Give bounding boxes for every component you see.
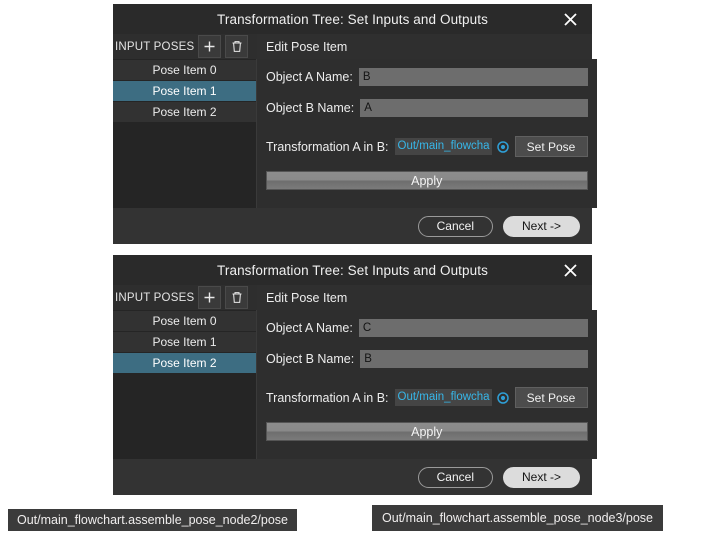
edit-pose-item-label: Edit Pose Item (266, 39, 348, 54)
object-b-name-input[interactable] (360, 350, 588, 368)
edit-pose-item-header: Edit Pose Item (257, 34, 592, 59)
list-item[interactable]: Pose Item 0 (113, 60, 256, 80)
target-radio-icon[interactable] (496, 391, 509, 404)
input-poses-header: INPUT POSES (113, 285, 257, 310)
edit-pose-item-label: Edit Pose Item (266, 290, 348, 305)
object-a-row: Object A Name: (266, 68, 588, 86)
set-pose-button[interactable]: Set Pose (514, 387, 588, 408)
transformation-row: Transformation A in B: Out/main_flowcha … (266, 136, 588, 157)
object-b-name-input[interactable] (360, 99, 588, 117)
dialog-body: Pose Item 0 Pose Item 1 Pose Item 2 Obje… (113, 59, 597, 208)
dialog-footer: Cancel Next -> (113, 459, 592, 495)
plus-icon[interactable] (198, 286, 222, 309)
input-poses-label: INPUT POSES (115, 40, 195, 53)
dialog-title: Transformation Tree: Set Inputs and Outp… (217, 262, 488, 278)
apply-button[interactable]: Apply (266, 171, 588, 190)
object-a-label: Object A Name: (266, 70, 353, 84)
tooltip-pose-path: Out/main_flowchart.assemble_pose_node3/p… (372, 505, 664, 531)
dialog-footer: Cancel Next -> (113, 208, 592, 244)
transformation-label: Transformation A in B: (266, 139, 389, 154)
object-b-label: Object B Name: (266, 101, 355, 115)
object-a-name-input[interactable] (358, 68, 588, 86)
input-poses-header: INPUT POSES (113, 34, 257, 59)
dialog-header-strip: INPUT POSES Edit Pose Item (113, 34, 592, 59)
cancel-button[interactable]: Cancel (417, 215, 493, 237)
plus-icon[interactable] (198, 35, 222, 58)
trash-icon[interactable] (225, 286, 249, 309)
object-b-row: Object B Name: (266, 99, 588, 117)
dialog-titlebar: Transformation Tree: Set Inputs and Outp… (113, 255, 592, 285)
list-item[interactable]: Pose Item 1 (113, 332, 256, 352)
transformation-link[interactable]: Out/main_flowcha (394, 138, 492, 155)
edit-pose-form: Object A Name: Object B Name: Transforma… (257, 59, 597, 208)
transformation-row: Transformation A in B: Out/main_flowcha … (266, 387, 588, 408)
tooltip-pose-path: Out/main_flowchart.assemble_pose_node2/p… (8, 509, 298, 531)
transformation-tree-dialog: Transformation Tree: Set Inputs and Outp… (113, 4, 597, 244)
list-item[interactable]: Pose Item 1 (113, 81, 256, 101)
trash-icon[interactable] (225, 35, 249, 58)
close-icon[interactable] (557, 258, 583, 282)
transformation-label: Transformation A in B: (266, 390, 389, 405)
edit-pose-item-header: Edit Pose Item (257, 285, 592, 310)
transformation-link[interactable]: Out/main_flowcha (394, 389, 492, 406)
cancel-button[interactable]: Cancel (417, 466, 493, 488)
target-radio-icon[interactable] (496, 140, 509, 153)
edit-pose-form: Object A Name: Object B Name: Transforma… (257, 310, 597, 459)
pose-item-list: Pose Item 0 Pose Item 1 Pose Item 2 (113, 59, 257, 208)
list-item[interactable]: Pose Item 2 (113, 102, 256, 122)
dialog-header-strip: INPUT POSES Edit Pose Item (113, 285, 592, 310)
transformation-tree-dialog: Transformation Tree: Set Inputs and Outp… (113, 255, 597, 495)
object-b-label: Object B Name: (266, 352, 355, 366)
next-button[interactable]: Next -> (502, 215, 580, 237)
object-a-row: Object A Name: (266, 319, 588, 337)
set-pose-button[interactable]: Set Pose (514, 136, 588, 157)
object-b-row: Object B Name: (266, 350, 588, 368)
next-button[interactable]: Next -> (502, 466, 580, 488)
object-a-name-input[interactable] (358, 319, 588, 337)
input-poses-label: INPUT POSES (115, 291, 195, 304)
object-a-label: Object A Name: (266, 321, 353, 335)
dialog-body: Pose Item 0 Pose Item 1 Pose Item 2 Obje… (113, 310, 597, 459)
dialog-titlebar: Transformation Tree: Set Inputs and Outp… (113, 4, 592, 34)
close-icon[interactable] (557, 7, 583, 31)
list-item[interactable]: Pose Item 2 (113, 353, 256, 373)
pose-item-list: Pose Item 0 Pose Item 1 Pose Item 2 (113, 310, 257, 459)
apply-button[interactable]: Apply (266, 422, 588, 441)
list-item[interactable]: Pose Item 0 (113, 311, 256, 331)
dialog-title: Transformation Tree: Set Inputs and Outp… (217, 11, 488, 27)
